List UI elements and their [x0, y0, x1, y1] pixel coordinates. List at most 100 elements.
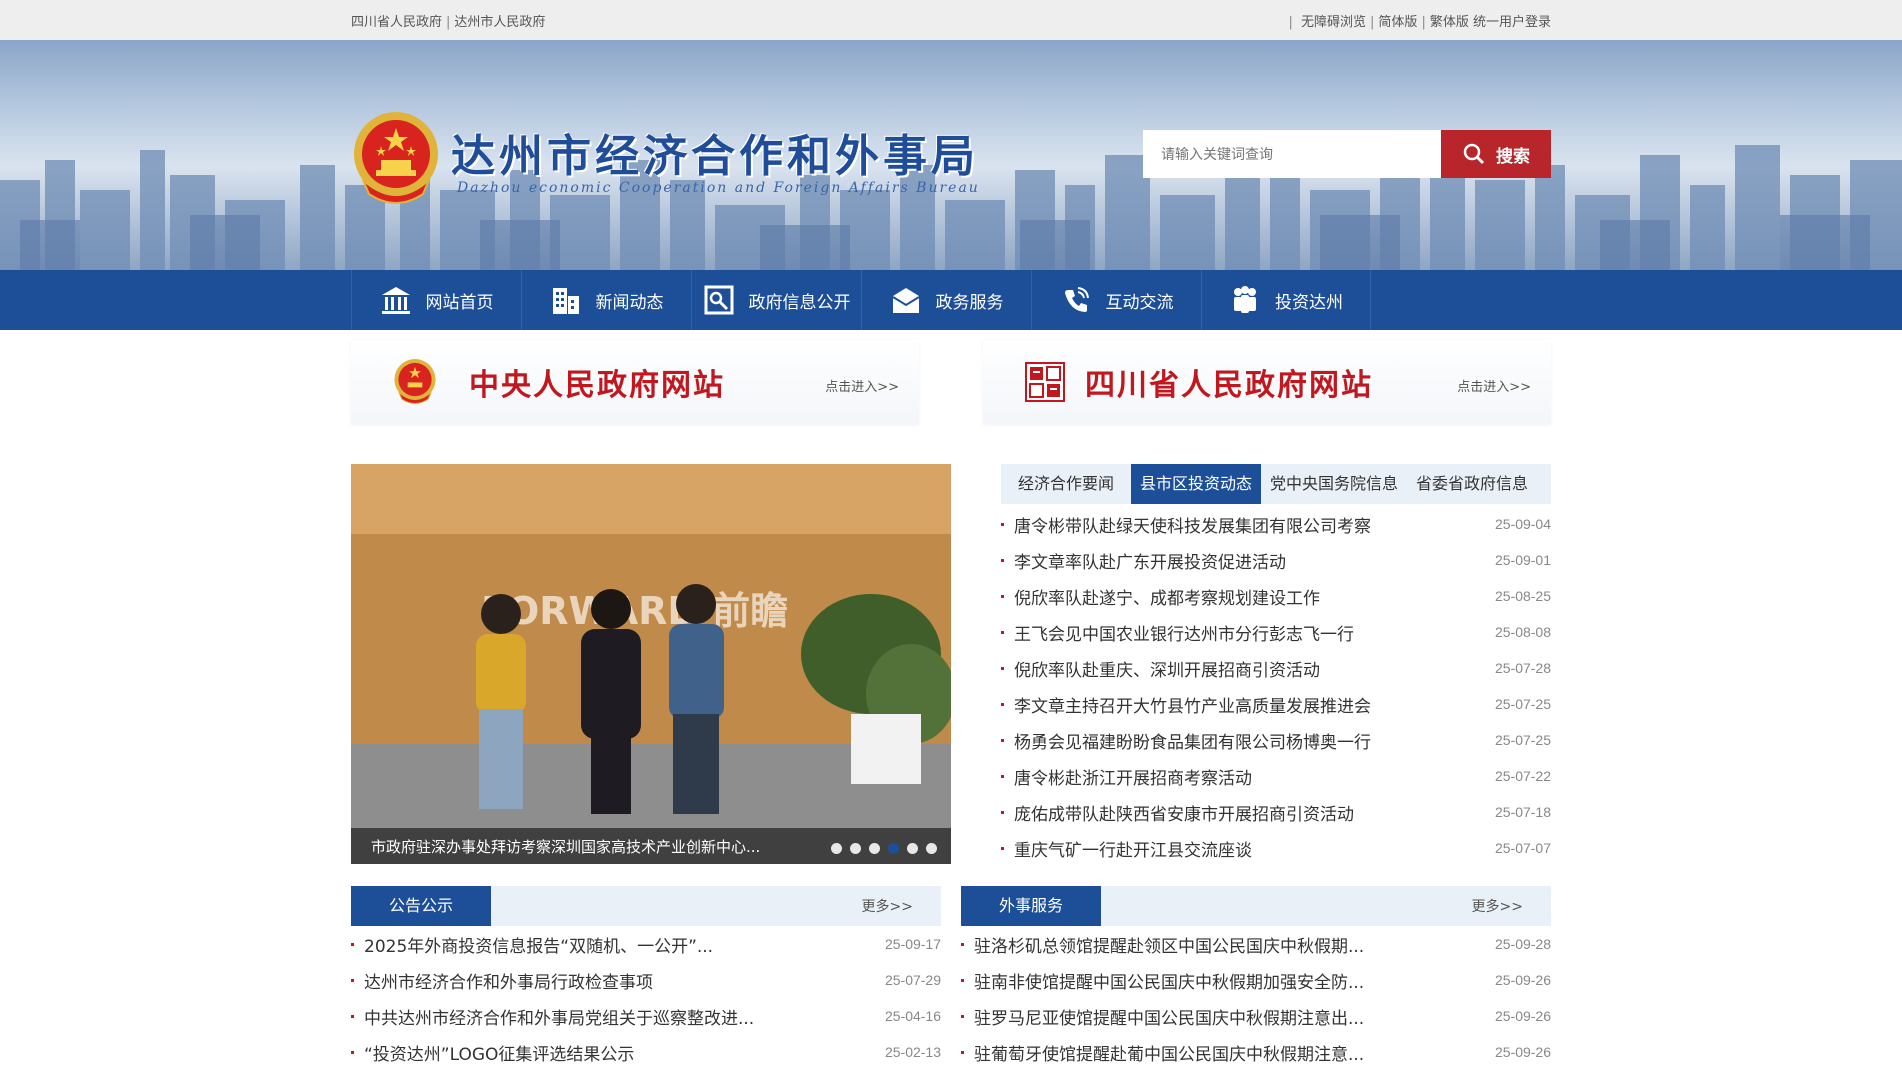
- nav-label: 新闻动态: [595, 292, 664, 313]
- news-item[interactable]: 倪欣率队赴重庆、深圳开展招商引资活动 25-07-28: [1001, 650, 1551, 686]
- sichuan-gov-title: 四川省人民政府网站: [1085, 368, 1373, 403]
- nav-item-invest[interactable]: 投资达州: [1201, 270, 1371, 330]
- notice-item[interactable]: 2025年外商投资信息报告“双随机、一公开”... 25-09-17: [351, 926, 941, 962]
- news-item[interactable]: 庞佑成带队赴陕西省安康市开展招商引资活动 25-07-18: [1001, 794, 1551, 830]
- slider-dot[interactable]: [850, 843, 861, 854]
- sichuan-gov-enter[interactable]: 点击进入>>: [1457, 376, 1531, 395]
- sichuan-seal-icon: [1025, 362, 1065, 402]
- notice-item[interactable]: 达州市经济合作和外事局行政检查事项 25-07-29: [351, 962, 941, 998]
- link-user-login[interactable]: 统一用户登录: [1473, 15, 1551, 30]
- nav-label: 网站首页: [425, 292, 494, 313]
- news-item-date: 25-07-25: [1494, 696, 1551, 712]
- foreign-more-link[interactable]: 更多>>: [1472, 896, 1523, 916]
- notice-item-title[interactable]: “投资达州”LOGO征集评选结果公示: [351, 1040, 634, 1065]
- news-item[interactable]: 杨勇会见福建盼盼食品集团有限公司杨博奥一行 25-07-25: [1001, 722, 1551, 758]
- search-button-label: 搜索: [1496, 146, 1530, 167]
- news-item-title[interactable]: 唐令彬赴浙江开展招商考察活动: [1001, 764, 1252, 789]
- foreign-item[interactable]: 驻南非使馆提醒中国公民国庆中秋假期加强安全防... 25-09-26: [961, 962, 1551, 998]
- notice-item-title[interactable]: 达州市经济合作和外事局行政检查事项: [351, 968, 653, 993]
- news-item[interactable]: 倪欣率队赴遂宁、成都考察规划建设工作 25-08-25: [1001, 578, 1551, 614]
- news-item-title[interactable]: 李文章主持召开大竹县竹产业高质量发展推进会: [1001, 692, 1371, 717]
- foreign-panel: 外事服务 更多>> 驻洛杉矶总领馆提醒赴领区中国公民国庆中秋假期... 25-09…: [961, 886, 1551, 1070]
- tab-central-info[interactable]: 党中央国务院信息: [1261, 464, 1407, 504]
- news-item[interactable]: 王飞会见中国农业银行达州市分行彭志飞一行 25-08-08: [1001, 614, 1551, 650]
- notice-item[interactable]: 中共达州市经济合作和外事局党组关于巡察整改进... 25-04-16: [351, 998, 941, 1034]
- search-icon: [1463, 143, 1485, 165]
- foreign-item-title[interactable]: 驻南非使馆提醒中国公民国庆中秋假期加强安全防...: [961, 968, 1364, 993]
- notice-item-date: 25-07-29: [884, 972, 941, 988]
- news-item[interactable]: 重庆气矿一行赴开江县交流座谈 25-07-07: [1001, 830, 1551, 866]
- foreign-item-date: 25-09-26: [1494, 1044, 1551, 1060]
- central-gov-title: 中央人民政府网站: [469, 368, 725, 403]
- news-item-date: 25-07-25: [1494, 732, 1551, 748]
- foreign-item-date: 25-09-26: [1494, 1008, 1551, 1024]
- news-item-title[interactable]: 王飞会见中国农业银行达州市分行彭志飞一行: [1001, 620, 1354, 645]
- search-input[interactable]: [1143, 130, 1441, 178]
- top-bar: 四川省人民政府 | 达州市人民政府 | 无障碍浏览 | 简体版 | 繁体版 统一用户登录: [0, 0, 1902, 40]
- news-item-title[interactable]: 李文章率队赴广东开展投资促进活动: [1001, 548, 1286, 573]
- gov-links: 中央人民政府网站 点击进入>> 四川省人民政府网站 点击进入>>: [351, 340, 1551, 424]
- foreign-list: 驻洛杉矶总领馆提醒赴领区中国公民国庆中秋假期... 25-09-28 驻南非使馆提醒…: [961, 926, 1551, 1070]
- link-accessibility[interactable]: 无障碍浏览: [1301, 15, 1366, 30]
- slider-dot[interactable]: [888, 843, 899, 854]
- news-item[interactable]: 李文章主持召开大竹县竹产业高质量发展推进会 25-07-25: [1001, 686, 1551, 722]
- slider-dot[interactable]: [926, 843, 937, 854]
- news-item-title[interactable]: 重庆气矿一行赴开江县交流座谈: [1001, 836, 1252, 861]
- notice-item-date: 25-02-13: [884, 1044, 941, 1060]
- notice-item-title[interactable]: 中共达州市经济合作和外事局党组关于巡察整改进...: [351, 1004, 754, 1029]
- news-item-title[interactable]: 庞佑成带队赴陕西省安康市开展招商引资活动: [1001, 800, 1354, 825]
- nav-item-gov-info[interactable]: 政府信息公开: [691, 270, 861, 330]
- notices-panel: 公告公示 更多>> 2025年外商投资信息报告“双随机、一公开”... 25-09…: [351, 886, 941, 1070]
- notices-header: 公告公示 更多>>: [351, 886, 941, 926]
- nav-item-news[interactable]: 新闻动态: [521, 270, 691, 330]
- nav-item-interaction[interactable]: 互动交流: [1031, 270, 1201, 330]
- notice-item-date: 25-04-16: [884, 1008, 941, 1024]
- notice-item-date: 25-09-17: [884, 936, 941, 952]
- foreign-item[interactable]: 驻洛杉矶总领馆提醒赴领区中国公民国庆中秋假期... 25-09-28: [961, 926, 1551, 962]
- foreign-item-date: 25-09-26: [1494, 972, 1551, 988]
- link-traditional[interactable]: 繁体版: [1430, 15, 1469, 30]
- news-item-title[interactable]: 倪欣率队赴遂宁、成都考察规划建设工作: [1001, 584, 1320, 609]
- link-sichuan-gov[interactable]: 四川省人民政府: [351, 15, 442, 30]
- foreign-item-title[interactable]: 驻洛杉矶总领馆提醒赴领区中国公民国庆中秋假期...: [961, 932, 1364, 957]
- news-item[interactable]: 唐令彬赴浙江开展招商考察活动 25-07-22: [1001, 758, 1551, 794]
- link-simplified[interactable]: 简体版: [1378, 15, 1417, 30]
- central-gov-enter[interactable]: 点击进入>>: [825, 376, 899, 395]
- photo-slider[interactable]: FORWARD 前瞻 市政府驻深办事处拜访考察深圳国家高技术产业创新中心...: [351, 464, 951, 864]
- news-item-date: 25-07-28: [1494, 660, 1551, 676]
- foreign-item[interactable]: 驻葡萄牙使馆提醒赴葡中国公民国庆中秋假期注意... 25-09-26: [961, 1034, 1551, 1070]
- topbar-right: | 无障碍浏览 | 简体版 | 繁体版 统一用户登录: [1288, 14, 1551, 30]
- news-item-title[interactable]: 唐令彬带队赴绿天使科技发展集团有限公司考察: [1001, 512, 1371, 537]
- news-item[interactable]: 唐令彬带队赴绿天使科技发展集团有限公司考察 25-09-04: [1001, 506, 1551, 542]
- news-item[interactable]: 李文章率队赴广东开展投资促进活动 25-09-01: [1001, 542, 1551, 578]
- tab-economic-news[interactable]: 经济合作要闻: [1001, 464, 1131, 504]
- central-gov-link[interactable]: 中央人民政府网站 点击进入>>: [351, 340, 919, 424]
- photo-sign-text: FORWARD 前瞻: [481, 589, 788, 633]
- slider-dot[interactable]: [869, 843, 880, 854]
- news-tabs: 经济合作要闻 县市区投资动态 党中央国务院信息 省委省政府信息: [1001, 464, 1551, 504]
- tab-provincial-info[interactable]: 省委省政府信息: [1407, 464, 1537, 504]
- search-button[interactable]: 搜索: [1441, 130, 1551, 178]
- national-emblem-icon: [354, 112, 438, 204]
- notice-item-title[interactable]: 2025年外商投资信息报告“双随机、一公开”...: [351, 932, 713, 957]
- nav-item-services[interactable]: 政务服务: [861, 270, 1031, 330]
- nav-item-home[interactable]: 网站首页: [351, 270, 521, 330]
- nav-label: 互动交流: [1105, 292, 1174, 313]
- building-icon: [552, 288, 579, 314]
- tab-county-investment[interactable]: 县市区投资动态: [1131, 464, 1262, 504]
- slider-photo: FORWARD 前瞻: [351, 464, 951, 864]
- link-dazhou-gov[interactable]: 达州市人民政府: [454, 15, 545, 30]
- foreign-title[interactable]: 外事服务: [961, 886, 1101, 926]
- foreign-item-title[interactable]: 驻葡萄牙使馆提醒赴葡中国公民国庆中秋假期注意...: [961, 1040, 1364, 1065]
- foreign-item[interactable]: 驻罗马尼亚使馆提醒中国公民国庆中秋假期注意出... 25-09-26: [961, 998, 1551, 1034]
- notices-title[interactable]: 公告公示: [351, 886, 491, 926]
- foreign-item-title[interactable]: 驻罗马尼亚使馆提醒中国公民国庆中秋假期注意出...: [961, 1004, 1364, 1029]
- notices-more-link[interactable]: 更多>>: [862, 896, 913, 916]
- slider-dot[interactable]: [831, 843, 842, 854]
- news-item-title[interactable]: 杨勇会见福建盼盼食品集团有限公司杨博奥一行: [1001, 728, 1371, 753]
- sichuan-gov-link[interactable]: 四川省人民政府网站 点击进入>>: [983, 340, 1551, 424]
- slider-dot[interactable]: [907, 843, 918, 854]
- notice-item[interactable]: “投资达州”LOGO征集评选结果公示 25-02-13: [351, 1034, 941, 1070]
- nav-label: 政务服务: [935, 292, 1004, 313]
- news-item-title[interactable]: 倪欣率队赴重庆、深圳开展招商引资活动: [1001, 656, 1320, 681]
